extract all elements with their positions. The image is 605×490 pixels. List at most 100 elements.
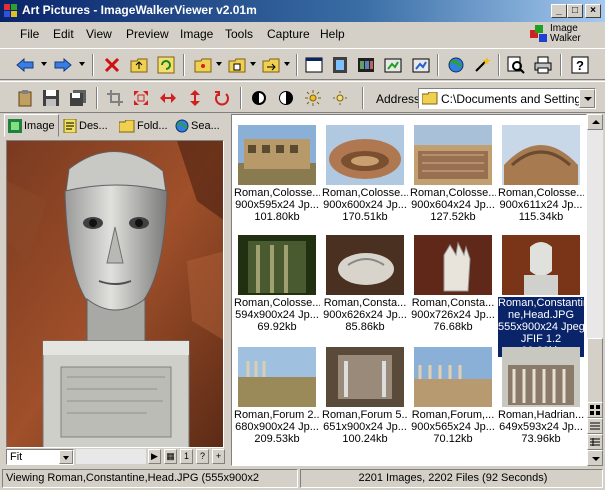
grid-view-button[interactable]	[587, 402, 603, 418]
thumbnail-tile[interactable]: Roman,Consta... 900x626x24 Jp... 85.86kb	[322, 231, 408, 345]
back-dropdown[interactable]	[41, 62, 47, 66]
menu-preview[interactable]: Preview	[126, 27, 169, 41]
tab-folders[interactable]: Fold...	[116, 116, 171, 136]
thumbnail-tile[interactable]: Roman,Colosse... 594x900x24 Jp... 69.92kb	[234, 231, 320, 345]
brightness-down-button[interactable]	[329, 87, 351, 109]
printer-icon	[534, 56, 552, 74]
crop-button[interactable]	[104, 87, 126, 109]
image-preview[interactable]	[6, 140, 224, 448]
save-button[interactable]	[40, 87, 62, 109]
up-folder-button[interactable]	[128, 54, 150, 76]
address-input[interactable]: C:\Documents and Settings\	[441, 92, 579, 106]
maximize-button[interactable]: □	[567, 4, 583, 18]
thumbnail-view-button[interactable]: ▦	[164, 449, 177, 464]
list-view-button[interactable]	[587, 418, 603, 434]
open-image-button[interactable]	[410, 54, 432, 76]
wizard-button[interactable]	[471, 54, 493, 76]
brightness-up-button[interactable]	[302, 87, 324, 109]
sun-icon	[305, 90, 321, 106]
globe-icon	[448, 57, 464, 73]
refresh-button[interactable]	[155, 54, 177, 76]
grid-scrollbar[interactable]	[587, 114, 603, 466]
thumbnail-name: Roman,Hadrian...	[498, 409, 584, 421]
slideshow-button[interactable]	[329, 54, 351, 76]
tab-search[interactable]: Sea...	[172, 116, 223, 136]
close-button[interactable]: ×	[585, 4, 601, 18]
details-view-button[interactable]	[587, 434, 603, 450]
menu-view[interactable]: View	[86, 27, 112, 41]
menu-image[interactable]: Image	[180, 27, 213, 41]
tab-description[interactable]: Des...	[60, 116, 111, 136]
thumbnail-tile[interactable]: Roman,Colosse... 900x600x24 Jp... 170.51kb	[322, 121, 408, 235]
address-combobox[interactable]: C:\Documents and Settings\	[418, 88, 596, 109]
thumbnail-tile[interactable]: Roman,Consta... 900x726x24 Jp... 76.68kb	[410, 231, 496, 345]
thumbnail-tile[interactable]: Roman,Hadrian... 649x593x24 Jp... 73.96kb	[498, 343, 584, 457]
find-button[interactable]	[505, 54, 527, 76]
resize-button[interactable]	[130, 87, 152, 109]
new-folder-dropdown[interactable]	[216, 62, 222, 66]
move-to-folder-button[interactable]	[260, 54, 282, 76]
preview-scrollbar[interactable]	[76, 449, 146, 464]
preview-controls: Fit ▶ ▦ 1 ? +	[4, 449, 226, 465]
zoom-select[interactable]: Fit	[6, 449, 74, 465]
thumbnail-grid[interactable]: Roman,Colosse... 900x595x24 Jp... 101.80kb…	[231, 114, 587, 466]
move-dropdown[interactable]	[284, 62, 290, 66]
window-view-button[interactable]	[303, 54, 325, 76]
fullscreen-button[interactable]	[382, 54, 404, 76]
copy-dropdown[interactable]	[250, 62, 256, 66]
search-globe-icon	[175, 119, 189, 133]
thumbnail-tile[interactable]: Roman,Forum 2... 680x900x24 Jp... 209.53kb	[234, 343, 320, 457]
thumbnail-filesize: 115.34kb	[518, 211, 564, 223]
info-button[interactable]: ?	[196, 449, 209, 464]
folder-icon	[422, 92, 438, 105]
scroll-up-button[interactable]	[587, 114, 603, 130]
thumbnail-tile[interactable]: Roman,Colosse... 900x604x24 Jp... 127.52kb	[410, 121, 496, 235]
svg-text:?: ?	[576, 58, 584, 73]
thumbnail-image	[326, 235, 404, 295]
menu-tools[interactable]: Tools	[225, 27, 253, 41]
imagewalker-logo: Image Walker	[528, 23, 600, 47]
thumbnail-tile[interactable]: Roman,Forum,... 900x565x24 Jp... 70.12kb	[410, 343, 496, 457]
help-button[interactable]: ?	[569, 54, 591, 76]
actual-size-button[interactable]: 1	[180, 449, 193, 464]
tab-image[interactable]: Image	[4, 114, 59, 137]
scroll-right-button[interactable]: ▶	[148, 449, 161, 464]
flip-horizontal-button[interactable]	[157, 87, 179, 109]
refresh-icon	[157, 56, 175, 74]
zoom-in-button[interactable]: +	[212, 449, 225, 464]
thumbnail-tile[interactable]: Roman,Constantin ne,Head.JPG 555x900x24 Jp…	[498, 231, 584, 357]
rotate-button[interactable]	[211, 87, 233, 109]
filmstrip-button[interactable]	[355, 54, 377, 76]
thumbnail-tile[interactable]: Roman,Colosse... 900x611x24 Jp... 115.34kb	[498, 121, 584, 235]
app-icon[interactable]	[4, 4, 18, 18]
invert-button[interactable]	[275, 87, 297, 109]
thumbnail-name: Roman,Forum 2...	[234, 409, 320, 421]
web-button[interactable]	[445, 54, 467, 76]
menu-file[interactable]: File	[20, 27, 39, 41]
delete-button[interactable]	[101, 54, 123, 76]
new-folder-button[interactable]	[192, 54, 214, 76]
back-button[interactable]	[14, 54, 36, 76]
contrast-button[interactable]	[248, 87, 270, 109]
save-as-button[interactable]	[67, 87, 89, 109]
zoom-dropdown-button[interactable]	[59, 450, 73, 464]
copy-to-folder-button[interactable]	[226, 54, 248, 76]
minimize-button[interactable]: _	[551, 4, 567, 18]
menu-edit[interactable]: Edit	[53, 27, 74, 41]
thumbnail-tile[interactable]: Roman,Forum 5... 651x900x24 Jp... 100.24kb	[322, 343, 408, 457]
forward-dropdown[interactable]	[79, 62, 85, 66]
flip-vertical-button[interactable]	[184, 87, 206, 109]
menu-capture[interactable]: Capture	[267, 27, 310, 41]
print-button[interactable]	[532, 54, 554, 76]
forward-button[interactable]	[52, 54, 74, 76]
thumbnail-image	[326, 125, 404, 185]
resize-icon	[134, 91, 148, 105]
scroll-down-button[interactable]	[587, 450, 603, 466]
paste-button[interactable]	[14, 87, 36, 109]
thumbnail-tile[interactable]: Roman,Colosse... 900x595x24 Jp... 101.80kb	[234, 121, 320, 235]
address-dropdown-button[interactable]	[579, 89, 595, 108]
thumbnail-filesize: 76.68kb	[433, 321, 473, 333]
tab-folders-label: Fold...	[137, 120, 168, 132]
menu-help[interactable]: Help	[320, 27, 345, 41]
thumbnail-dimensions: 900x726x24 Jp...	[411, 309, 495, 321]
